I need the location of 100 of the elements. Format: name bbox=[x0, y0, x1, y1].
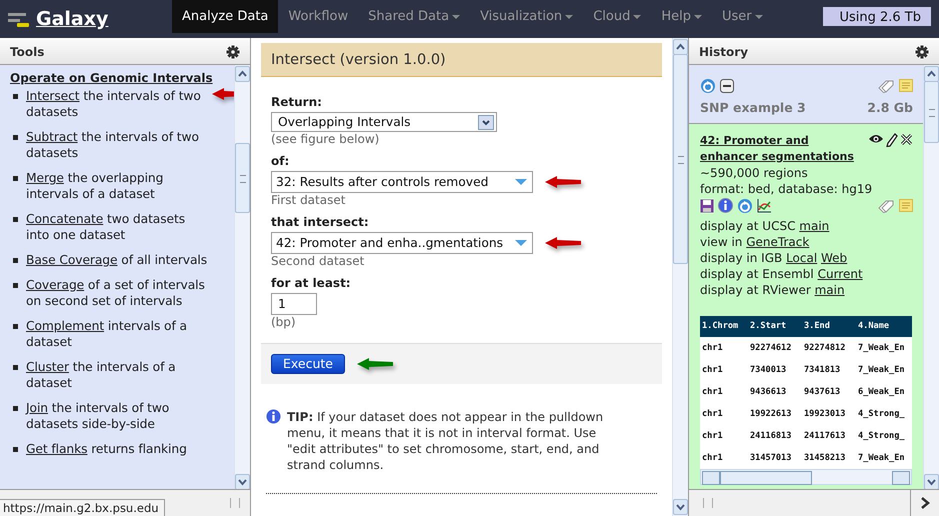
tool-link[interactable]: Intersect bbox=[26, 88, 80, 103]
table-cell: chr1 bbox=[700, 358, 748, 381]
tool-item[interactable]: Intersect the intervals of two datasets bbox=[26, 88, 209, 120]
table-cell: 24116813 bbox=[748, 424, 802, 447]
tip-text: TIP: If your dataset does not appear in the pulldown menu, it means that it is not in interval format. Use "edit attributes" to set chromosome, start, end, and strand columns. bbox=[287, 409, 604, 473]
history-size: 2.8 Gb bbox=[867, 100, 913, 115]
collapse-icon[interactable] bbox=[720, 78, 734, 93]
form-title: Intersect (version 1.0.0) bbox=[261, 43, 662, 77]
display-line: display at RViewer main bbox=[700, 282, 846, 298]
tool-item[interactable]: Get flanks returns flanking bbox=[26, 440, 209, 457]
scrollbar[interactable] bbox=[672, 38, 688, 516]
table-cell: 7_Weak_En bbox=[856, 336, 912, 359]
panel-title: Tools bbox=[10, 44, 44, 59]
close-icon[interactable] bbox=[900, 132, 913, 146]
tool-item[interactable]: Base Coverage of all intervals bbox=[26, 252, 209, 268]
resize-handle[interactable] bbox=[703, 498, 713, 508]
tool-item[interactable]: Merge the overlapping intervals of a dataset bbox=[26, 170, 209, 202]
caret-icon bbox=[514, 239, 528, 247]
tool-item[interactable]: Coverage of a set of intervals on second set of intervals bbox=[26, 276, 209, 309]
nav-tab[interactable]: Shared Data bbox=[358, 0, 470, 33]
bullet-icon bbox=[13, 446, 18, 452]
link[interactable]: main bbox=[799, 218, 830, 233]
tool-link[interactable]: Get flanks bbox=[26, 442, 88, 456]
usage-meter: Using 2.6 Tb bbox=[823, 7, 931, 26]
input-field[interactable]: 1 bbox=[271, 293, 317, 315]
scrollbar[interactable] bbox=[234, 64, 250, 490]
nav-tab[interactable]: Workflow bbox=[278, 0, 358, 33]
link[interactable]: Local bbox=[786, 250, 818, 265]
table-cell: chr1 bbox=[700, 446, 748, 469]
help-text: First dataset bbox=[271, 193, 346, 207]
tool-link[interactable]: Complement bbox=[26, 318, 104, 333]
tool-link[interactable]: Subtract bbox=[26, 130, 78, 144]
tool-item[interactable]: Join the intervals of two datasets side-by-side bbox=[26, 400, 209, 432]
settings-icon[interactable] bbox=[226, 44, 240, 59]
nav-tab[interactable]: User bbox=[712, 0, 773, 33]
table-cell: 92274812 bbox=[802, 336, 856, 359]
nav-tab[interactable]: Analyze Data bbox=[172, 0, 278, 33]
tool-link[interactable]: Merge bbox=[26, 170, 64, 185]
table-cell: 31457013 bbox=[748, 446, 802, 469]
tool-item[interactable]: Subtract the intervals of two datasets bbox=[26, 128, 209, 161]
bullet-icon bbox=[13, 282, 18, 288]
table-cell: 4_Strong_ bbox=[856, 424, 912, 447]
table-cell: 7340013 bbox=[748, 358, 802, 381]
table-cell: 6_Weak_En bbox=[856, 380, 912, 403]
dataset-blurb: ~590,000 regions bbox=[700, 164, 809, 181]
field-label: that intersect: bbox=[271, 215, 370, 229]
caret-icon bbox=[514, 178, 528, 186]
history-name[interactable]: SNP example 3 bbox=[700, 100, 806, 115]
link[interactable]: GeneTrack bbox=[746, 234, 810, 249]
panel-title: History bbox=[699, 44, 748, 59]
info-icon[interactable] bbox=[718, 198, 733, 214]
column-header: 4.Name bbox=[856, 316, 912, 337]
chevron-icon bbox=[920, 497, 930, 509]
link[interactable]: Web bbox=[821, 250, 848, 265]
dataset-info: format: bed, database: hg19 bbox=[700, 180, 874, 197]
tool-link[interactable]: Coverage bbox=[26, 278, 84, 292]
select-field[interactable]: Overlapping Intervals bbox=[271, 112, 497, 132]
table-cell: 7_Weak_En bbox=[856, 358, 912, 381]
dataset-select[interactable]: 32: Results after controls removed bbox=[271, 171, 533, 193]
display-line: display at Ensembl Current bbox=[700, 266, 864, 282]
display-line: display in IGB Local Web bbox=[700, 250, 848, 266]
bullet-icon bbox=[13, 406, 18, 411]
execute-button[interactable]: Execute bbox=[271, 354, 345, 374]
link[interactable]: main bbox=[814, 282, 845, 297]
tool-item[interactable]: Complement intervals of a dataset bbox=[26, 318, 209, 350]
bullet-icon bbox=[13, 258, 18, 263]
status-url: https://main.g2.bx.psu.edu bbox=[0, 499, 165, 516]
dataset-title[interactable]: 42: Promoter and enhancer segmentations bbox=[700, 132, 866, 165]
tool-link[interactable]: Join bbox=[26, 400, 48, 415]
display-line: display at UCSC main bbox=[700, 218, 830, 234]
table-cell: 19922613 bbox=[748, 402, 802, 425]
settings-icon[interactable] bbox=[915, 44, 929, 59]
nav-tab[interactable]: Cloud bbox=[583, 0, 652, 33]
tags-icon[interactable] bbox=[877, 78, 895, 93]
nav-tab[interactable]: Help bbox=[651, 0, 712, 33]
eye-icon[interactable] bbox=[868, 132, 884, 145]
table-cell: chr1 bbox=[700, 402, 748, 425]
section-heading[interactable]: Operate on Genomic Intervals bbox=[10, 70, 213, 85]
table-cell: chr1 bbox=[700, 380, 748, 403]
save-icon[interactable] bbox=[700, 198, 714, 213]
tool-link[interactable]: Base Coverage bbox=[26, 252, 118, 267]
tool-item[interactable]: Cluster the intervals of a dataset bbox=[26, 358, 209, 391]
table-cell: chr1 bbox=[700, 424, 748, 447]
table-cell: 24117613 bbox=[802, 424, 856, 447]
pencil-icon[interactable] bbox=[886, 132, 898, 147]
resize-handle[interactable] bbox=[230, 498, 240, 508]
bullet-icon bbox=[13, 134, 18, 140]
table-cell: 7_Weak_En bbox=[856, 446, 912, 469]
scrollbar[interactable] bbox=[923, 64, 939, 489]
link[interactable]: Current bbox=[818, 266, 863, 281]
scrollbar[interactable] bbox=[700, 468, 912, 485]
chart-icon[interactable] bbox=[757, 198, 772, 214]
help-text: (bp) bbox=[271, 315, 297, 329]
logo-text[interactable]: Galaxy bbox=[36, 8, 108, 30]
dataset-select[interactable]: 42: Promoter and enha..gmentations bbox=[271, 232, 533, 254]
tool-link[interactable]: Concatenate bbox=[26, 212, 104, 226]
nav-tab[interactable]: Visualization bbox=[470, 0, 584, 33]
tags-icon[interactable] bbox=[877, 198, 895, 213]
tool-item[interactable]: Concatenate two datasets into one dataset bbox=[26, 210, 209, 243]
tool-link[interactable]: Cluster bbox=[26, 360, 69, 374]
